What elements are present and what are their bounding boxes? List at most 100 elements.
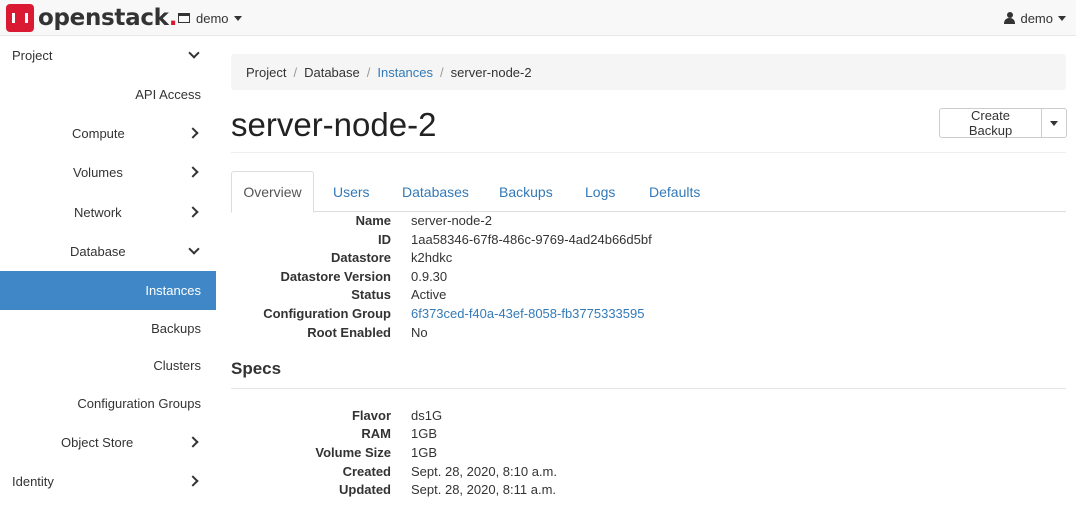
spec-value: ds1G [411,408,443,423]
detail-label: Status [351,287,391,302]
sidebar-item-project[interactable]: Project [0,36,216,74]
sidebar-item-object-store[interactable]: Object Store [0,423,216,461]
sidebar-item-volumes[interactable]: Volumes [0,153,216,191]
chevron-right-icon [187,166,199,178]
breadcrumb-instances-link[interactable]: Instances [377,65,433,80]
detail-value: Active [411,287,447,302]
chevron-right-icon [187,206,199,218]
spec-value: Sept. 28, 2020, 8:10 a.m. [411,464,557,479]
detail-row-datastore-version: Datastore Version 0.9.30 [231,269,1066,288]
sidebar-item-instances[interactable]: Instances [0,271,216,310]
tab-label: Logs [585,183,616,200]
chevron-right-icon [187,127,199,139]
spec-row-updated: Updated Sept. 28, 2020, 8:11 a.m. [231,482,1066,501]
spec-label: Updated [339,482,391,497]
spec-label: RAM [361,426,391,441]
spec-row-volume-size: Volume Size 1GB [231,445,1066,464]
sidebar-item-configuration-groups[interactable]: Configuration Groups [0,384,216,422]
create-backup-button[interactable]: Create Backup [939,108,1042,138]
sidebar-item-label: Network [74,204,122,220]
sidebar-item-network[interactable]: Network [0,193,216,231]
openstack-logo-icon [6,4,34,32]
tab-label: Defaults [649,183,701,200]
sidebar-item-label: Clusters [153,357,201,373]
breadcrumb-database: Database [304,64,360,80]
detail-label: Root Enabled [307,325,391,340]
openstack-logo[interactable]: openstack. [6,4,177,32]
chevron-down-icon [188,47,200,59]
sidebar-item-label: Configuration Groups [77,395,201,411]
breadcrumb-separator: / [366,64,371,80]
create-backup-button-group: Create Backup [939,108,1067,138]
spec-label: Volume Size [315,445,391,460]
sidebar-item-label: Instances [145,283,201,298]
tab-label: Overview [243,184,302,200]
spec-row-flavor: Flavor ds1G [231,408,1066,427]
breadcrumb-separator: / [440,64,444,80]
detail-value: 0.9.30 [411,269,448,284]
detail-label: Name [355,213,391,228]
detail-value: 1aa58346-67f8-486c-9769-4ad24b66d5bf [411,232,652,247]
detail-label: Configuration Group [263,306,391,321]
tab-backups[interactable]: Backups [499,171,553,212]
detail-row-datastore: Datastore k2hdkc [231,250,1066,269]
detail-row-root-enabled: Root Enabled No [231,325,1066,344]
tab-users[interactable]: Users [333,171,370,212]
sidebar-item-label: API Access [135,86,201,102]
detail-row-status: Status Active [231,287,1066,306]
tab-logs[interactable]: Logs [585,171,615,212]
sidebar-item-compute[interactable]: Compute [0,114,216,152]
sidebar-item-label: Database [70,243,126,259]
detail-label: Datastore [331,250,391,265]
project-name: demo [196,10,229,26]
brand-name: openstack. [38,5,178,31]
detail-label: ID [378,232,391,247]
sidebar-item-label: Identity [12,473,54,489]
sidebar-item-label: Compute [72,125,125,141]
chevron-down-icon [188,243,200,255]
sidebar-item-label: Project [12,47,53,63]
breadcrumb-separator: / [293,64,298,80]
detail-row-configuration-group: Configuration Group 6f373ced-f40a-43ef-8… [231,306,1066,325]
spec-row-ram: RAM 1GB [231,426,1066,445]
tab-label: Backups [499,183,553,200]
configuration-group-link[interactable]: 6f373ced-f40a-43ef-8058-fb3775333595 [411,306,644,321]
specs-divider [231,388,1066,389]
detail-value: No [411,325,428,340]
tab-defaults[interactable]: Defaults [649,171,700,212]
project-switcher[interactable]: demo [178,9,242,27]
tab-label: Users [333,183,370,200]
spec-value: Sept. 28, 2020, 8:11 a.m. [411,482,557,497]
detail-label: Datastore Version [280,269,391,284]
user-name: demo [1020,10,1053,26]
sidebar-item-label: Backups [151,320,201,336]
sidebar-item-clusters[interactable]: Clusters [0,346,216,384]
chevron-right-icon [187,475,199,487]
title-divider [231,152,1066,153]
sidebar-item-label: Volumes [73,164,123,180]
tab-overview[interactable]: Overview [231,171,314,213]
user-icon [1004,12,1016,24]
specs-heading: Specs [231,359,282,378]
breadcrumb-project: Project [246,64,287,80]
sidebar-item-api-access[interactable]: API Access [0,75,216,113]
sidebar-item-backups[interactable]: Backups [0,309,216,347]
spec-label: Created [342,464,391,479]
tab-databases[interactable]: Databases [402,171,469,212]
page-title: server-node-2 [231,106,437,143]
spec-value: 1GB [411,445,438,460]
project-icon [178,13,190,23]
user-menu[interactable]: demo [1004,9,1066,27]
spec-row-created: Created Sept. 28, 2020, 8:10 a.m. [231,464,1066,483]
breadcrumb-current: server-node-2 [450,64,532,80]
breadcrumb: Project / Database / Instances / server-… [231,54,1066,90]
caret-down-icon [233,15,242,21]
detail-row-id: ID 1aa58346-67f8-486c-9769-4ad24b66d5bf [231,232,1066,251]
sidebar: Project API Access Compute Volumes Netwo… [0,36,216,514]
detail-tabs: Overview Users Databases Backups Logs De… [231,171,1066,213]
actions-dropdown-toggle[interactable] [1042,108,1067,138]
sidebar-item-identity[interactable]: Identity [0,462,216,500]
spec-label: Flavor [351,408,391,423]
detail-value: server-node-2 [411,213,492,228]
sidebar-item-database[interactable]: Database [0,232,216,270]
